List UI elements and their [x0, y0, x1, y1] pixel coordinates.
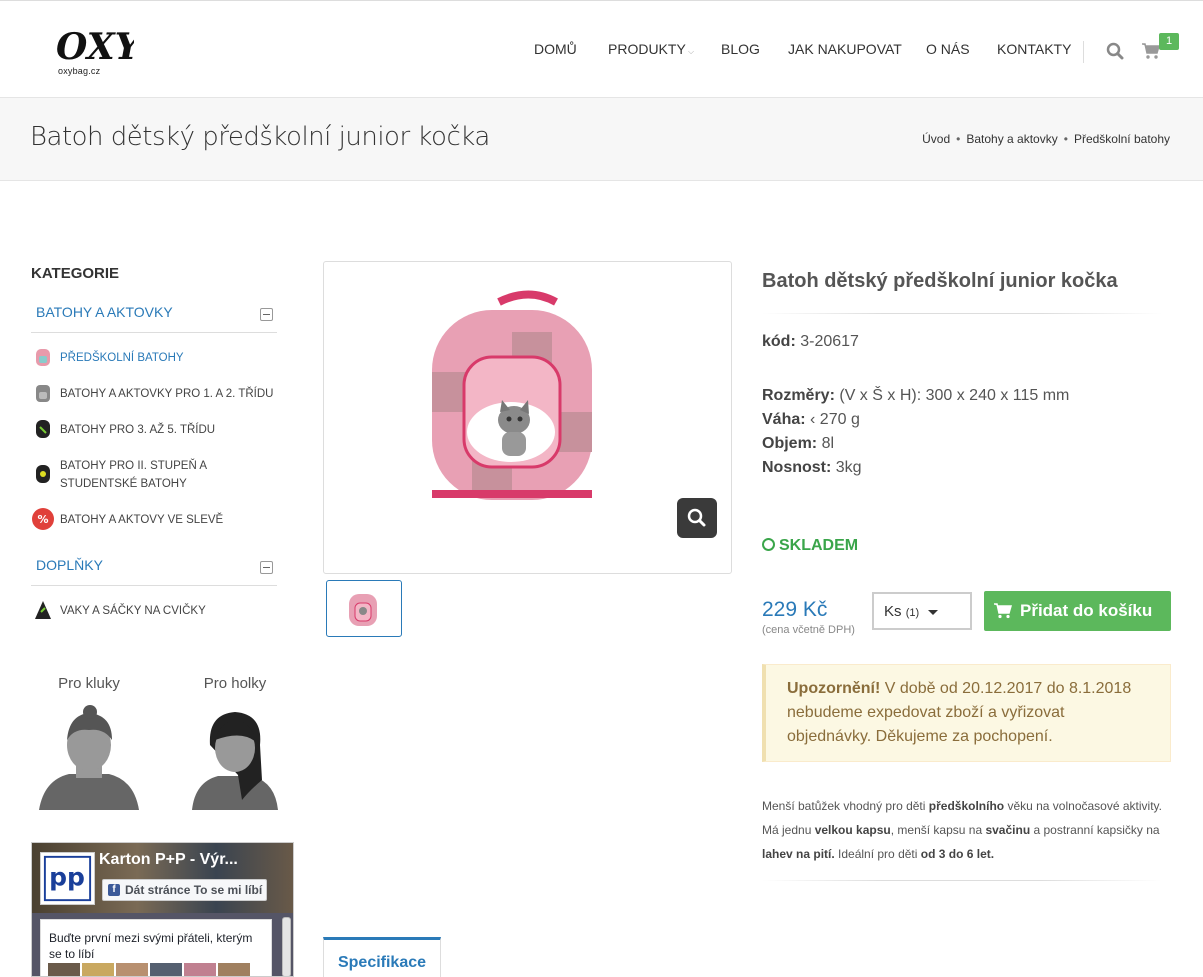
- facebook-like-button[interactable]: f Dát stránce To se mi líbí: [102, 879, 267, 901]
- nav-about[interactable]: O NÁS: [926, 41, 970, 57]
- black-backpack-icon: [36, 420, 50, 438]
- divider: [762, 313, 1162, 314]
- check-circle-icon: [762, 538, 775, 551]
- page-title-bar: Batoh dětský předškolní junior kočka Úvo…: [0, 98, 1203, 181]
- gym-bag-icon: [35, 601, 51, 619]
- backpack-image: [432, 290, 592, 500]
- search-icon[interactable]: [1106, 42, 1124, 60]
- cart-count-badge: 1: [1159, 33, 1179, 50]
- pink-backpack-icon: [36, 349, 50, 366]
- spec-weight: Váha: ‹ 270 g: [762, 411, 860, 428]
- category-item-label[interactable]: BATOHY A AKTOVKY PRO 1. A 2. TŘÍDU: [60, 385, 280, 403]
- description-bold: od 3 do 6 let.: [920, 847, 995, 861]
- cart-icon: [994, 603, 1012, 619]
- boys-link[interactable]: Pro kluky: [34, 675, 144, 815]
- nav-contacts[interactable]: KONTAKTY: [997, 41, 1071, 57]
- category-item-label[interactable]: BATOHY A AKTOVY VE SLEVĚ: [60, 511, 280, 529]
- breadcrumb-current[interactable]: Předškolní batohy: [1074, 132, 1170, 146]
- tab-specifications[interactable]: Specifikace: [323, 937, 441, 977]
- magnifier-icon: [687, 508, 706, 527]
- product-price: 229 Kč: [762, 598, 828, 621]
- main-nav: DOMŮ PRODUKTY ⌵ BLOG JAK NAKUPOVAT O NÁS…: [0, 41, 1203, 61]
- collapse-icon[interactable]: [260, 561, 273, 574]
- product-description: Menší batůžek vhodný pro děti předškolní…: [762, 794, 1172, 866]
- site-header: OXY oxybag.cz DOMŮ PRODUKTY ⌵ BLOG JAK N…: [0, 0, 1203, 98]
- nav-products[interactable]: PRODUKTY: [608, 41, 686, 57]
- categories-heading: KATEGORIE: [31, 265, 120, 282]
- product-code: kód: 3-20617: [762, 333, 859, 350]
- logo-caption: oxybag.cz: [58, 66, 101, 76]
- grey-backpack-icon: [36, 385, 50, 402]
- karton-pp-logo[interactable]: pp: [40, 852, 95, 905]
- facebook-like-label: Dát stránce To se mi líbí: [125, 883, 263, 897]
- girl-avatar-icon[interactable]: [180, 700, 290, 810]
- category-item-label[interactable]: VAKY A SÁČKY NA CVIČKY: [60, 602, 280, 620]
- girls-link[interactable]: Pro holky: [180, 675, 290, 815]
- product-thumbnail[interactable]: [326, 580, 402, 637]
- description-text: Menší batůžek vhodný pro děti: [762, 799, 929, 813]
- facebook-scrollbar[interactable]: [282, 917, 291, 976]
- nav-blog[interactable]: BLOG: [721, 41, 760, 57]
- facebook-body-text: Buďte první mezi svými přáteli, kterým s…: [49, 931, 253, 961]
- description-bold: lahev na pití.: [762, 847, 835, 861]
- breadcrumb-home[interactable]: Úvod: [922, 132, 950, 146]
- category-group-label[interactable]: DOPLŇKY: [36, 557, 103, 573]
- product-title: Batoh dětský předškolní junior kočka: [762, 270, 1118, 292]
- category-group-accessories[interactable]: DOPLŇKY: [31, 555, 277, 586]
- spec-volume: Objem: 8l: [762, 435, 835, 452]
- sale-percent-icon: %: [32, 508, 54, 530]
- description-text: , menší kapsu na: [890, 823, 986, 837]
- page-title: Batoh dětský předškolní junior kočka: [30, 122, 490, 152]
- backpack-thumbnail-image: [349, 594, 377, 626]
- category-item-label[interactable]: BATOHY PRO 3. AŽ 5. TŘÍDU: [60, 421, 280, 439]
- spec-capacity: Nosnost: 3kg: [762, 459, 862, 476]
- breadcrumb: Úvod • Batohy a aktovky • Předškolní batohy: [922, 132, 1170, 146]
- svg-text:pp: pp: [49, 863, 85, 892]
- price-note: (cena včetně DPH): [762, 624, 855, 636]
- divider: [762, 880, 1162, 881]
- collapse-icon[interactable]: [260, 308, 273, 321]
- facebook-page-title[interactable]: Karton P+P - Výr...: [99, 851, 238, 869]
- facebook-friend-faces: [48, 963, 252, 976]
- spec-dimensions: Rozměry: (V x Š x H): 300 x 240 x 115 mm: [762, 387, 1070, 404]
- facebook-widget: pp Karton P+P - Výr... f Dát stránce To …: [31, 842, 294, 977]
- caret-down-icon: [928, 610, 938, 615]
- student-backpack-icon: [36, 465, 50, 483]
- breadcrumb-category[interactable]: Batohy a aktovky: [966, 132, 1057, 146]
- svg-text:%: %: [37, 513, 48, 526]
- description-bold: předškolního: [928, 799, 1005, 813]
- chevron-down-icon: ⌵: [688, 47, 695, 56]
- category-group-bags[interactable]: BATOHY A AKTOVKY: [31, 302, 277, 333]
- description-text: Ideální pro děti: [834, 847, 921, 861]
- description-bold: velkou kapsu: [814, 823, 891, 837]
- nav-how-to-buy[interactable]: JAK NAKUPOVAT: [788, 41, 902, 57]
- category-group-label[interactable]: BATOHY A AKTOVKY: [36, 304, 173, 320]
- product-main-image[interactable]: [323, 261, 732, 574]
- facebook-icon: f: [108, 884, 120, 896]
- zoom-button[interactable]: [677, 498, 717, 538]
- cart-icon[interactable]: [1142, 42, 1160, 60]
- girls-label[interactable]: Pro holky: [180, 675, 290, 692]
- category-item-label[interactable]: PŘEDŠKOLNÍ BATOHY: [60, 349, 280, 367]
- nav-home[interactable]: DOMŮ: [534, 41, 577, 57]
- boy-avatar-icon[interactable]: [34, 700, 144, 810]
- boys-label[interactable]: Pro kluky: [34, 675, 144, 692]
- stock-status: SKLADEM: [762, 537, 858, 555]
- add-to-cart-button[interactable]: Přidat do košíku: [984, 591, 1171, 631]
- category-item-label[interactable]: BATOHY PRO II. STUPEŇ A STUDENTSKÉ BATOH…: [60, 457, 280, 493]
- description-bold: svačinu: [985, 823, 1031, 837]
- holiday-notice: Upozornění! V době od 20.12.2017 do 8.1.…: [762, 664, 1171, 762]
- nav-divider: [1083, 41, 1084, 63]
- description-text: a postranní kapsičky na: [1030, 823, 1160, 837]
- quantity-select[interactable]: Ks (1): [872, 592, 972, 630]
